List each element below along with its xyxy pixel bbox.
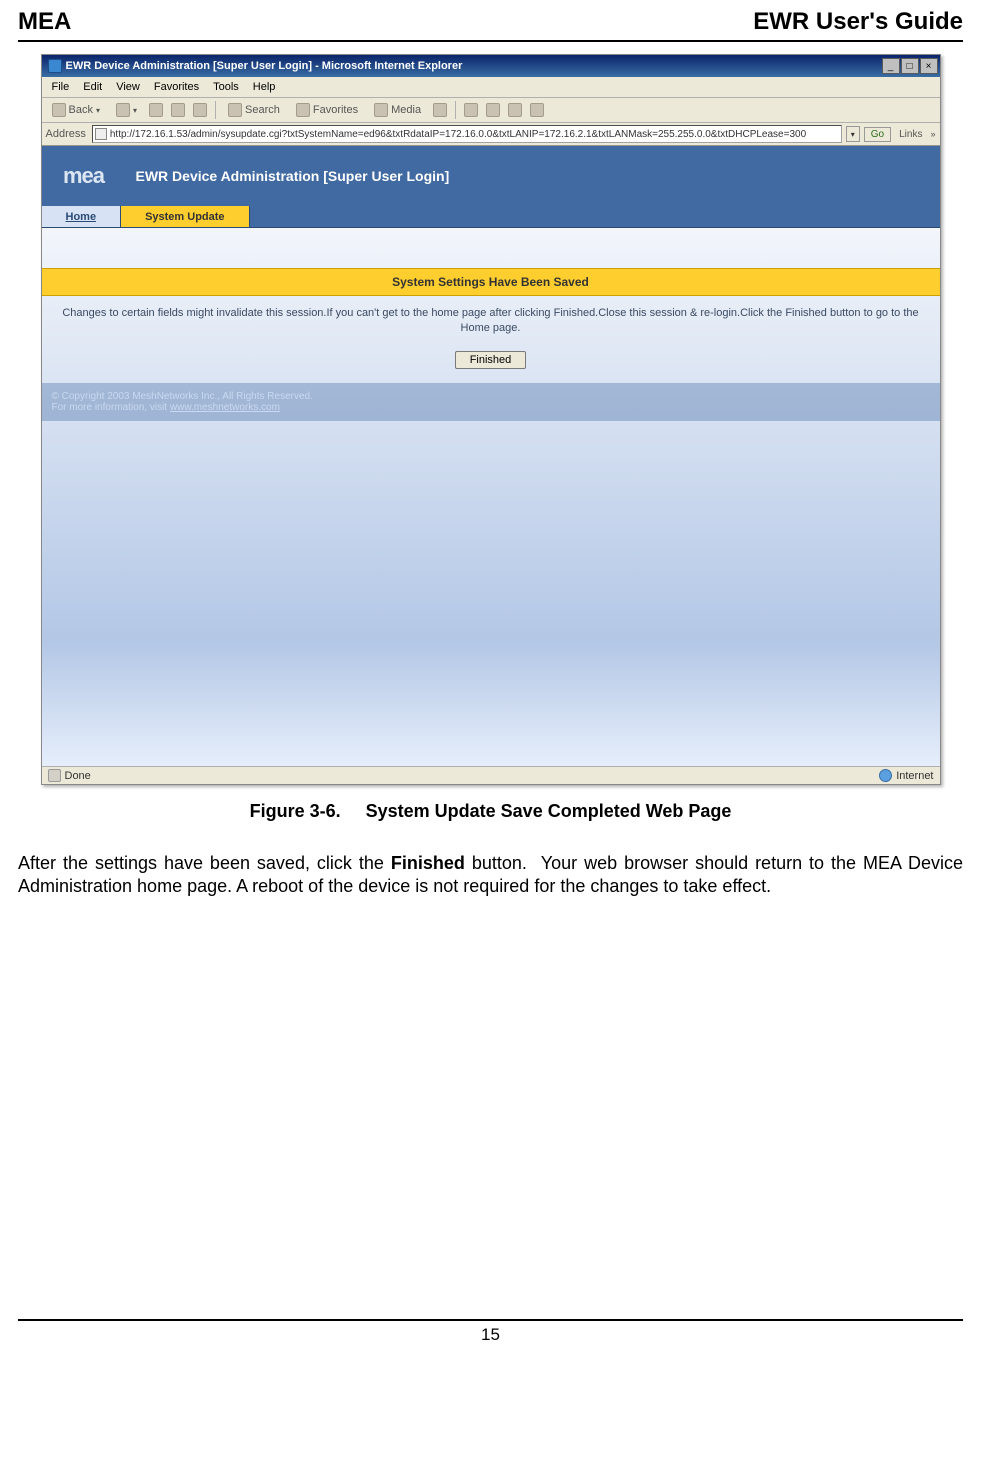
address-input[interactable]: http://172.16.1.53/admin/sysupdate.cgi?t… (92, 125, 842, 143)
media-button[interactable]: Media (370, 101, 425, 119)
bold-finished: Finished (391, 853, 465, 873)
print-icon[interactable] (486, 103, 500, 117)
finished-button[interactable]: Finished (455, 351, 527, 369)
browser-window: EWR Device Administration [Super User Lo… (41, 54, 941, 785)
edit-icon[interactable] (508, 103, 522, 117)
titlebar: EWR Device Administration [Super User Lo… (42, 55, 940, 77)
tabs: Home System Update (42, 206, 940, 228)
info-line: For more information, visit www.meshnetw… (52, 402, 930, 413)
admin-header: mea EWR Device Administration [Super Use… (42, 146, 940, 206)
forward-icon (116, 103, 130, 117)
menu-view[interactable]: View (110, 79, 146, 95)
figure-label: Figure 3-6. (250, 801, 341, 821)
button-row: Finished (42, 351, 940, 369)
media-icon (374, 103, 388, 117)
go-button[interactable]: Go (864, 127, 891, 142)
media-label: Media (391, 104, 421, 116)
address-bar: Address http://172.16.1.53/admin/sysupda… (42, 123, 940, 146)
search-icon (228, 103, 242, 117)
window-controls: _ □ × (882, 58, 938, 74)
close-button[interactable]: × (920, 58, 938, 74)
ie-icon (48, 59, 62, 73)
status-left: Done (48, 769, 91, 782)
page-icon (95, 128, 107, 140)
address-dropdown[interactable]: ▾ (846, 126, 860, 142)
toolbar-separator (215, 101, 216, 119)
admin-footer: © Copyright 2003 MeshNetworks Inc., All … (42, 383, 940, 421)
back-icon (52, 103, 66, 117)
doc-header-left: MEA (18, 8, 71, 36)
page-footer: 15 (18, 1319, 963, 1345)
maximize-button[interactable]: □ (901, 58, 919, 74)
info-prefix: For more information, visit (52, 402, 170, 413)
stop-icon[interactable] (149, 103, 163, 117)
links-label[interactable]: Links (895, 129, 926, 140)
body-paragraph: After the settings have been saved, clic… (18, 852, 963, 899)
address-label: Address (46, 128, 86, 140)
search-label: Search (245, 104, 280, 116)
copyright-text: © Copyright 2003 MeshNetworks Inc., All … (52, 391, 930, 402)
done-icon (48, 769, 61, 782)
discuss-icon[interactable] (530, 103, 544, 117)
address-url: http://172.16.1.53/admin/sysupdate.cgi?t… (110, 129, 806, 140)
home-icon[interactable] (193, 103, 207, 117)
doc-header: MEA EWR User's Guide (18, 8, 963, 42)
window-title: EWR Device Administration [Super User Lo… (66, 60, 882, 72)
history-icon[interactable] (433, 103, 447, 117)
saved-message: Changes to certain fields might invalida… (42, 296, 940, 347)
statusbar: Done Internet (42, 766, 940, 784)
menu-tools[interactable]: Tools (207, 79, 245, 95)
status-done: Done (65, 770, 91, 782)
tab-home[interactable]: Home (42, 206, 122, 227)
minimize-button[interactable]: _ (882, 58, 900, 74)
figure-title: System Update Save Completed Web Page (366, 801, 732, 821)
toolbar-separator-2 (455, 101, 456, 119)
menu-help[interactable]: Help (247, 79, 282, 95)
status-zone: Internet (896, 770, 933, 782)
page-content: mea EWR Device Administration [Super Use… (42, 146, 940, 766)
globe-icon (879, 769, 892, 782)
saved-banner: System Settings Have Been Saved (42, 268, 940, 296)
menu-edit[interactable]: Edit (77, 79, 108, 95)
refresh-icon[interactable] (171, 103, 185, 117)
search-button[interactable]: Search (224, 101, 284, 119)
figure-caption: Figure 3-6. System Update Save Completed… (18, 801, 963, 822)
back-button[interactable]: Back ▾ (48, 101, 104, 119)
favorites-button[interactable]: Favorites (292, 101, 362, 119)
menu-file[interactable]: File (46, 79, 76, 95)
favorites-icon (296, 103, 310, 117)
page-number: 15 (481, 1325, 500, 1344)
menu-favorites[interactable]: Favorites (148, 79, 205, 95)
go-label: Go (871, 129, 884, 140)
back-label: Back (69, 104, 93, 116)
mail-icon[interactable] (464, 103, 478, 117)
status-right: Internet (879, 769, 933, 782)
info-link[interactable]: www.meshnetworks.com (170, 402, 280, 413)
menubar: File Edit View Favorites Tools Help (42, 77, 940, 98)
tab-system-update[interactable]: System Update (121, 206, 249, 227)
doc-header-right: EWR User's Guide (753, 8, 963, 36)
toolbar: Back ▾ ▾ Search Favorites Media (42, 98, 940, 123)
mea-logo: mea (56, 156, 112, 196)
admin-title: EWR Device Administration [Super User Lo… (136, 168, 450, 184)
forward-button[interactable]: ▾ (112, 101, 141, 119)
favorites-label: Favorites (313, 104, 358, 116)
